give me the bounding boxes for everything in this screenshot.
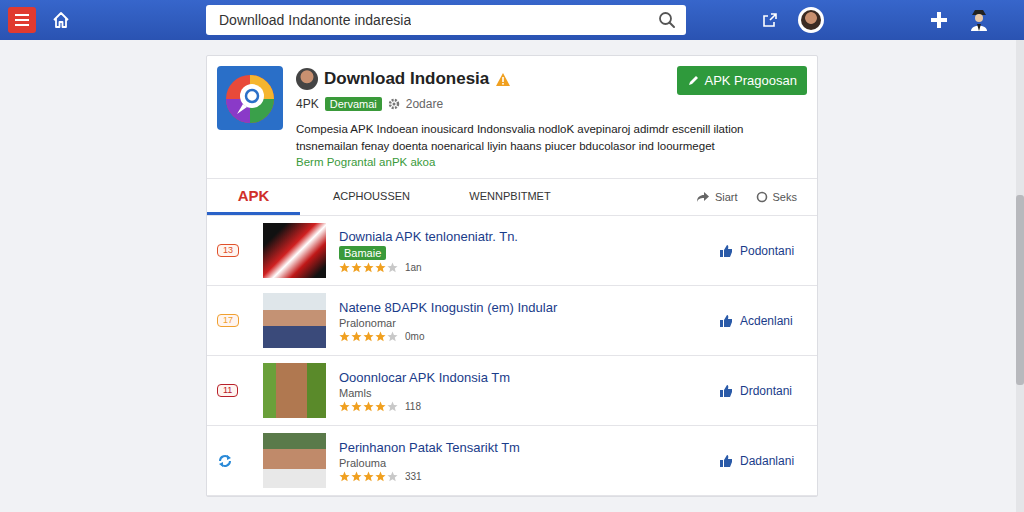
rank-badge: 17 bbox=[217, 314, 239, 327]
list-row[interactable]: 17 Natene 8DAPK Inogustin (em) Indular Pra… bbox=[207, 286, 817, 356]
app-meta: 2odare bbox=[406, 97, 443, 111]
rank-badge: 13 bbox=[217, 244, 239, 257]
row-title: Downiala APK tenloneniatr. Tn. bbox=[339, 229, 518, 244]
share-arrow-icon bbox=[696, 191, 710, 203]
rank-badge: 11 bbox=[217, 384, 238, 397]
circle-icon bbox=[756, 191, 768, 203]
star-icon bbox=[351, 401, 362, 412]
star-icon bbox=[339, 331, 350, 342]
rating-count: 118 bbox=[405, 401, 421, 412]
thumbs-up-icon bbox=[719, 314, 733, 328]
star-icon bbox=[339, 401, 350, 412]
star-icon bbox=[351, 471, 362, 482]
row-action[interactable]: Acdenlani bbox=[719, 314, 817, 328]
profile-icon[interactable] bbox=[968, 8, 990, 32]
row-title: Perinhanon Patak Tensarikt Tm bbox=[339, 440, 520, 455]
star-icon bbox=[363, 471, 374, 482]
app-title: Download Indonesia bbox=[324, 69, 489, 89]
top-bar: Downlload Indanonte indaresia bbox=[0, 0, 1024, 40]
row-action[interactable]: Dadanlani bbox=[719, 454, 817, 468]
star-icon bbox=[387, 471, 398, 482]
app-thumbnail bbox=[263, 363, 326, 418]
app-thumbnail bbox=[263, 223, 326, 278]
row-title: Ooonnlocar APK Indonsia Tm bbox=[339, 370, 510, 385]
star-icon bbox=[363, 331, 374, 342]
star-icon bbox=[387, 262, 398, 273]
app-type: 4PK bbox=[296, 97, 319, 111]
app-thumbnail bbox=[263, 293, 326, 348]
row-subtitle: Pralonomar bbox=[339, 317, 396, 329]
star-icon bbox=[375, 331, 386, 342]
scrollbar[interactable] bbox=[1016, 40, 1024, 512]
star-icon bbox=[375, 262, 386, 273]
gear-icon bbox=[388, 98, 400, 110]
scroll-thumb[interactable] bbox=[1016, 195, 1024, 385]
thumbs-up-icon bbox=[719, 384, 733, 398]
warning-icon bbox=[495, 72, 511, 87]
star-icon bbox=[339, 262, 350, 273]
app-thumbnail bbox=[263, 433, 326, 488]
star-icon bbox=[375, 471, 386, 482]
app-logo-icon bbox=[217, 66, 283, 130]
app-list: 13 Downiala APK tenloneniatr. Tn. Bamaie 1a… bbox=[207, 216, 817, 496]
app-badge: Dervamai bbox=[325, 97, 382, 111]
menu-icon bbox=[15, 14, 29, 26]
search-field[interactable]: Downlload Indanonte indaresia bbox=[206, 5, 686, 35]
thumbs-up-icon bbox=[719, 244, 733, 258]
list-row[interactable]: Perinhanon Patak Tensarikt Tm Pralouma 331… bbox=[207, 426, 817, 496]
row-action[interactable]: Podontani bbox=[719, 244, 817, 258]
rating-count: 331 bbox=[405, 471, 422, 482]
apk-button[interactable]: APK Pragoosan bbox=[677, 66, 807, 95]
app-card: Download Indonesia 4PK Dervamai 2odare APK P… bbox=[206, 55, 818, 497]
star-icon bbox=[363, 401, 374, 412]
row-subtitle: Pralouma bbox=[339, 457, 386, 469]
star-icon bbox=[387, 401, 398, 412]
pencil-icon bbox=[687, 75, 699, 87]
row-subtitle: Mamls bbox=[339, 387, 371, 399]
tab-action[interactable]: Seks bbox=[756, 191, 797, 203]
tab[interactable]: WENNPBITMET bbox=[443, 179, 577, 215]
menu-button[interactable] bbox=[8, 7, 36, 33]
list-row[interactable]: 13 Downiala APK tenloneniatr. Tn. Bamaie 1a… bbox=[207, 216, 817, 286]
tab[interactable]: ACPHOUSSEN bbox=[300, 179, 443, 215]
star-icon bbox=[387, 331, 398, 342]
page: Downlload Indanonte indaresia Download In… bbox=[0, 0, 1024, 512]
tab-bar: APKACPHOUSSENWENNPBITMET Siart Seks bbox=[207, 178, 817, 216]
app-header: Download Indonesia 4PK Dervamai 2odare APK P… bbox=[207, 56, 817, 178]
star-icon bbox=[363, 262, 374, 273]
publisher-avatar bbox=[296, 68, 318, 90]
app-link[interactable]: Berm Pograntal anPK akoa bbox=[296, 156, 807, 168]
home-icon[interactable] bbox=[52, 11, 70, 29]
thumbs-up-icon bbox=[719, 454, 733, 468]
star-icon bbox=[351, 262, 362, 273]
user-avatar[interactable] bbox=[798, 7, 824, 33]
row-tag: Bamaie bbox=[339, 246, 386, 260]
extension-icon[interactable] bbox=[930, 11, 948, 29]
search-icon[interactable] bbox=[658, 11, 676, 29]
star-icon bbox=[339, 471, 350, 482]
row-title: Natene 8DAPK Inogustin (em) Indular bbox=[339, 300, 557, 315]
app-description: Compesia APK Indoean inousicard Indonsva… bbox=[296, 121, 807, 155]
list-row[interactable]: 11 Ooonnlocar APK Indonsia Tm Mamls 118 Drdo… bbox=[207, 356, 817, 426]
share-icon[interactable] bbox=[762, 12, 778, 28]
row-action[interactable]: Drdontani bbox=[719, 384, 817, 398]
rating: 118 bbox=[339, 401, 421, 412]
star-icon bbox=[375, 401, 386, 412]
sync-icon bbox=[217, 453, 233, 469]
rating-count: 0mo bbox=[405, 331, 424, 342]
tab-action[interactable]: Siart bbox=[696, 191, 738, 203]
rating: 331 bbox=[339, 471, 422, 482]
rating: 1an bbox=[339, 262, 422, 273]
rating-count: 1an bbox=[405, 262, 422, 273]
tab[interactable]: APK bbox=[207, 179, 300, 215]
rating: 0mo bbox=[339, 331, 424, 342]
star-icon bbox=[351, 331, 362, 342]
